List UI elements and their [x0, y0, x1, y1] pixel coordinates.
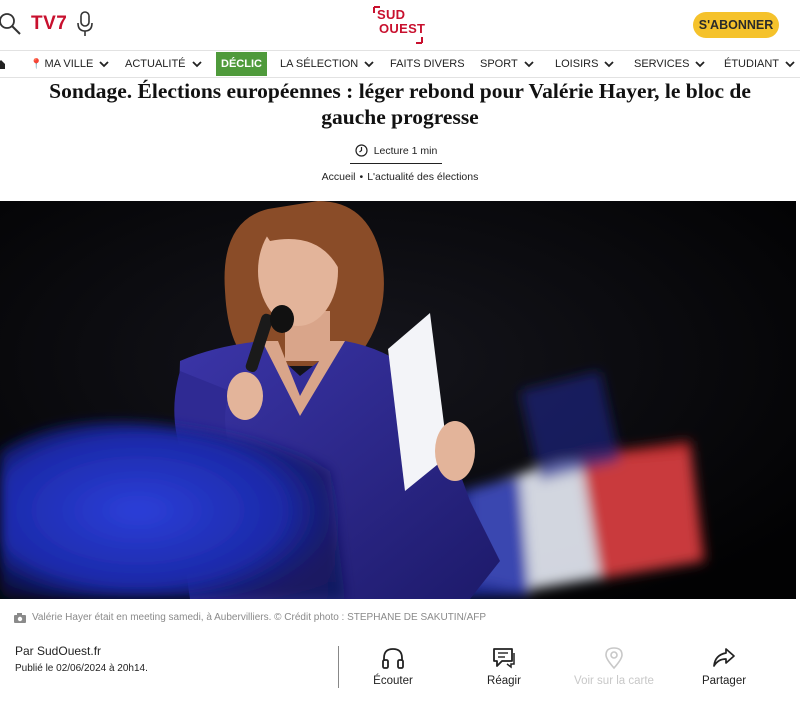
chevron-down-icon — [604, 60, 615, 67]
chevron-down-icon — [524, 60, 534, 67]
react-button[interactable]: Réagir — [464, 646, 544, 687]
divider — [338, 646, 339, 688]
nav-label: LOISIRS — [555, 58, 599, 70]
nav-label: LA SÉLECTION — [280, 58, 359, 70]
nav-item-sport[interactable]: SPORT — [480, 51, 534, 77]
article-title: Sondage. Élections européennes : léger r… — [49, 79, 751, 129]
listen-button[interactable]: Écouter — [353, 646, 433, 687]
breadcrumb-section[interactable]: L'actualité des élections — [367, 171, 478, 183]
main-nav: 📍 MA VILLE ACTUALITÉ DÉCLIC LA SÉLECTION… — [0, 50, 800, 78]
action-label: Voir sur la carte — [574, 675, 654, 687]
sud-ouest-logo[interactable]: SUD OUEST — [372, 5, 426, 45]
reading-time: Lecture 1 min — [350, 138, 442, 164]
nav-item-etudiant[interactable]: ÉTUDIANT — [724, 51, 795, 77]
chevron-down-icon — [364, 60, 374, 67]
author-byline: Par SudOuest.fr — [15, 644, 102, 658]
share-button[interactable]: Partager — [684, 646, 764, 687]
breadcrumb-separator: • — [359, 171, 364, 183]
publish-date: Publié le 02/06/2024 à 20h14. — [15, 663, 148, 674]
logo-line-1: SUD — [377, 7, 406, 22]
tv7-link[interactable]: TV7 — [31, 13, 67, 35]
headphones-icon — [382, 648, 404, 669]
caption-text: Valérie Hayer était en meeting samedi, à… — [32, 612, 487, 623]
breadcrumb: Accueil • L'actualité des élections — [0, 171, 800, 183]
photo-caption: Valérie Hayer était en meeting samedi, à… — [14, 612, 486, 623]
nav-item-faits-divers[interactable]: FAITS DIVERS — [390, 51, 465, 77]
map-pin-icon — [605, 647, 623, 670]
share-icon — [713, 648, 735, 667]
nav-item-loisirs[interactable]: LOISIRS — [555, 51, 615, 77]
home-icon[interactable] — [0, 59, 5, 69]
nav-item-la-selection[interactable]: LA SÉLECTION — [280, 51, 374, 77]
subscribe-button[interactable]: S'ABONNER — [693, 12, 779, 38]
camera-icon — [14, 612, 26, 623]
clock-icon — [355, 144, 368, 157]
chevron-down-icon — [191, 60, 202, 67]
nav-label: MA VILLE — [44, 58, 94, 70]
nav-label: DÉCLIC — [221, 58, 262, 70]
action-label: Réagir — [487, 675, 521, 687]
action-label: Écouter — [373, 675, 413, 687]
nav-label: SERVICES — [634, 58, 690, 70]
article-photo[interactable] — [0, 201, 796, 599]
breadcrumb-home[interactable]: Accueil — [322, 171, 356, 183]
nav-label: ACTUALITÉ — [125, 58, 186, 70]
microphone-icon[interactable] — [76, 11, 94, 37]
nav-item-services[interactable]: SERVICES — [634, 51, 706, 77]
nav-label: SPORT — [480, 58, 518, 70]
logo-line-2: OUEST — [379, 21, 426, 36]
chevron-down-icon — [99, 60, 110, 67]
action-label: Partager — [701, 675, 747, 687]
nav-item-actualite[interactable]: ACTUALITÉ — [125, 51, 202, 77]
chevron-down-icon — [695, 60, 706, 67]
nav-label: ÉTUDIANT — [724, 58, 779, 70]
search-icon[interactable] — [0, 12, 22, 36]
location-pin-icon: 📍 — [30, 58, 43, 70]
nav-item-ma-ville[interactable]: 📍 MA VILLE — [30, 51, 110, 77]
reading-time-label: Lecture 1 min — [373, 144, 438, 157]
nav-item-declic[interactable]: DÉCLIC — [216, 52, 267, 76]
map-button[interactable]: Voir sur la carte — [574, 646, 654, 687]
site-header: TV7 SUD OUEST S'ABONNER — [0, 0, 800, 50]
nav-label: FAITS DIVERS — [390, 58, 465, 70]
comment-icon — [493, 648, 515, 669]
chevron-down-icon — [785, 60, 795, 67]
